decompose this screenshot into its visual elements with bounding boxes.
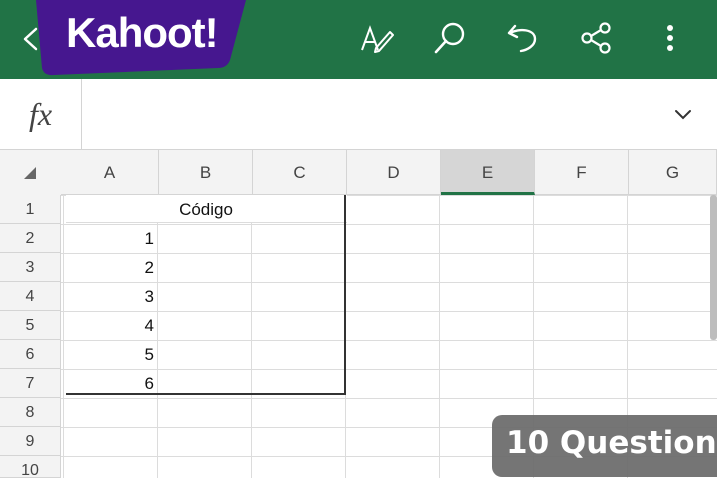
fx-label[interactable]: fx bbox=[0, 79, 82, 149]
row-header-1[interactable]: 1 bbox=[0, 195, 61, 224]
undo-icon[interactable] bbox=[505, 20, 541, 56]
select-all-corner[interactable] bbox=[0, 150, 62, 196]
questions-badge: 10 Questions bbox=[492, 415, 717, 477]
column-header-f[interactable]: F bbox=[535, 150, 629, 195]
row-header-5[interactable]: 5 bbox=[0, 311, 61, 340]
column-header-c[interactable]: C bbox=[253, 150, 347, 195]
chevron-down-icon[interactable] bbox=[672, 103, 694, 125]
app-toolbar: Kahoot! bbox=[0, 0, 717, 79]
row-header-2[interactable]: 2 bbox=[0, 224, 61, 253]
select-all-triangle-icon bbox=[24, 167, 36, 179]
table-border bbox=[66, 195, 346, 395]
formula-bar: fx bbox=[0, 79, 717, 150]
draw-pen-icon[interactable] bbox=[358, 20, 394, 56]
row-header-9[interactable]: 9 bbox=[0, 427, 61, 456]
row-header-4[interactable]: 4 bbox=[0, 282, 61, 311]
more-vertical-icon[interactable] bbox=[652, 20, 688, 56]
row-header-3[interactable]: 3 bbox=[0, 253, 61, 282]
formula-input[interactable] bbox=[82, 79, 652, 149]
column-header-g[interactable]: G bbox=[629, 150, 717, 195]
vertical-scrollbar[interactable] bbox=[710, 195, 717, 340]
share-icon[interactable] bbox=[578, 20, 614, 56]
row-header-7[interactable]: 7 bbox=[0, 369, 61, 398]
row-header-8[interactable]: 8 bbox=[0, 398, 61, 427]
column-header-a[interactable]: A bbox=[61, 150, 159, 195]
column-header-e[interactable]: E bbox=[441, 150, 535, 195]
column-header-d[interactable]: D bbox=[347, 150, 441, 195]
column-header-b[interactable]: B bbox=[159, 150, 253, 195]
row-header-6[interactable]: 6 bbox=[0, 340, 61, 369]
questions-count-label: 10 Questions bbox=[506, 425, 717, 461]
kahoot-logo-text: Kahoot! bbox=[66, 9, 219, 56]
row-header-10[interactable]: 10 bbox=[0, 456, 61, 479]
search-icon[interactable] bbox=[432, 20, 468, 56]
